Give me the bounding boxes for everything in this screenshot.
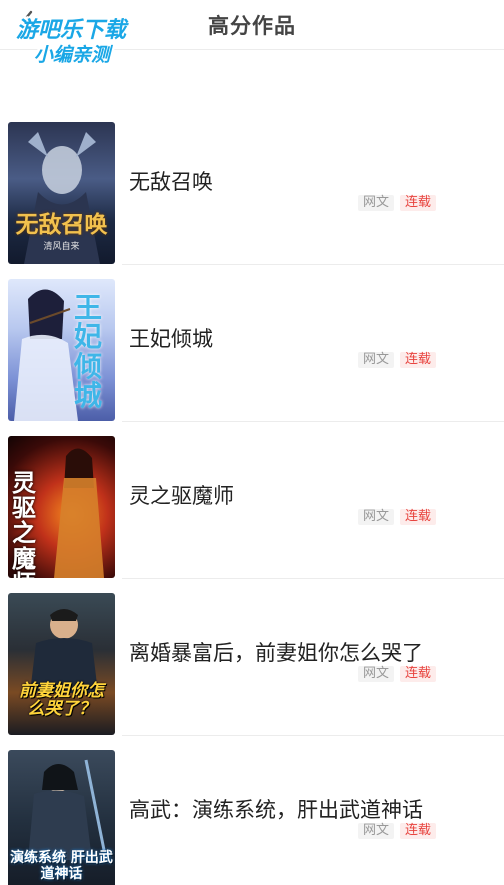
divider (122, 735, 504, 736)
cover-title-text: 王妃倾城 (73, 291, 102, 413)
book-item[interactable]: 前妻姐你怎么哭了？ 离婚暴富后，前妻姐你怎么哭了 网文 连载 (0, 593, 504, 750)
book-cover[interactable]: 灵驱之魔师 (8, 436, 115, 578)
book-list: 无敌召唤 清风自来 无敌召唤 网文 连载 王妃倾城 王妃倾城 网文 连载 灵驱之… (0, 122, 504, 885)
book-item[interactable]: 演练系统 肝出武道神话 高武：演练系统，肝出武道神话 网文 连载 (0, 750, 504, 885)
book-cover[interactable]: 王妃倾城 (8, 279, 115, 421)
cover-title-text: 演练系统 肝出武道神话 (10, 849, 113, 882)
genre-tag: 网文 (358, 352, 395, 368)
status-tag: 连载 (400, 823, 437, 839)
genre-tag: 网文 (358, 666, 395, 682)
book-title[interactable]: 王妃倾城 (129, 323, 213, 353)
book-tags: 网文 连载 (358, 195, 437, 211)
book-item[interactable]: 无敌召唤 清风自来 无敌召唤 网文 连载 (0, 122, 504, 279)
cover-author-text: 清风自来 (43, 242, 80, 252)
genre-tag: 网文 (358, 195, 395, 211)
genre-tag: 网文 (358, 823, 395, 839)
book-title[interactable]: 高武：演练系统，肝出武道神话 (129, 794, 423, 824)
watermark-line-2: 小编亲测 (34, 44, 111, 66)
book-title[interactable]: 灵之驱魔师 (129, 480, 234, 510)
cover-title-text: 无敌召唤 (15, 211, 108, 238)
status-tag: 连载 (400, 195, 437, 211)
genre-tag: 网文 (358, 509, 395, 525)
book-item[interactable]: 灵驱之魔师 灵之驱魔师 网文 连载 (0, 436, 504, 593)
divider (122, 421, 504, 422)
book-tags: 网文 连载 (358, 666, 437, 682)
book-cover[interactable]: 前妻姐你怎么哭了？ (8, 593, 115, 735)
book-title[interactable]: 离婚暴富后，前妻姐你怎么哭了 (129, 637, 423, 667)
status-tag: 连载 (400, 509, 437, 525)
cover-title-text: 前妻姐你怎么哭了？ (19, 680, 104, 720)
divider (122, 264, 504, 265)
book-tags: 网文 连载 (358, 352, 437, 368)
book-cover[interactable]: 演练系统 肝出武道神话 (8, 750, 115, 885)
status-tag: 连载 (400, 352, 437, 368)
status-tag: 连载 (400, 666, 437, 682)
cover-title-text: 灵驱之魔师 (12, 468, 36, 578)
book-cover[interactable]: 无敌召唤 清风自来 (8, 122, 115, 264)
book-item[interactable]: 王妃倾城 王妃倾城 网文 连载 (0, 279, 504, 436)
divider (122, 578, 504, 579)
book-tags: 网文 连载 (358, 509, 437, 525)
book-title[interactable]: 无敌召唤 (129, 166, 213, 196)
book-tags: 网文 连载 (358, 823, 437, 839)
watermark-logo: 游吧乐下载 小编亲测 (10, 8, 160, 68)
